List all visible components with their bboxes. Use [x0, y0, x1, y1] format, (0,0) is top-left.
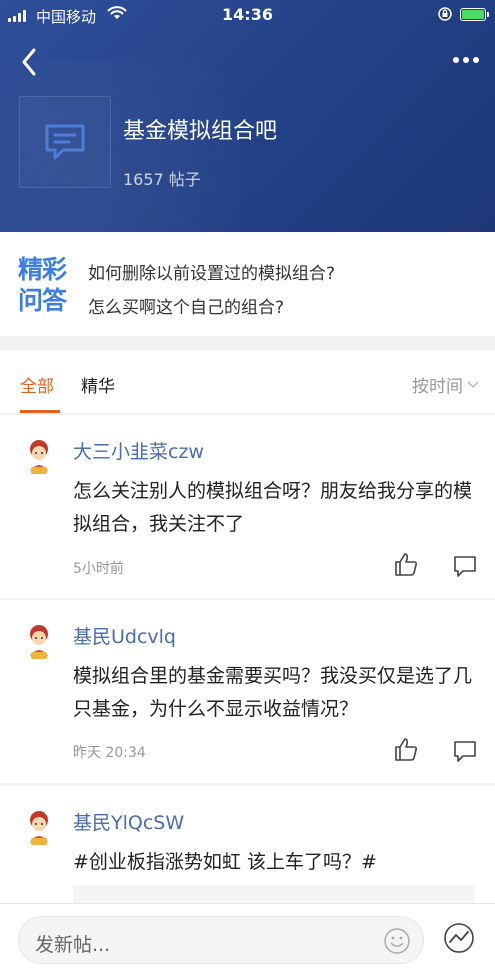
forum-title: 基金模拟组合吧 [123, 119, 278, 144]
post-text[interactable]: #创业板指涨势如虹 该上车了吗？# [73, 846, 473, 879]
sort-label: 按时间 [412, 377, 463, 397]
featured-qa-panel: 精彩 问答 [0, 232, 495, 336]
sort-dropdown[interactable]: 按时间 [412, 372, 479, 397]
chevron-left-icon[interactable] [16, 44, 44, 80]
post-time: 昨天 20:34 [73, 745, 146, 761]
tab-all[interactable]: 全部 [20, 372, 54, 397]
post-time: 5小时前 [73, 561, 124, 577]
active-tab-indicator [20, 410, 60, 413]
trend-chart-icon[interactable] [443, 922, 475, 954]
featured-qa-badge: 精彩 问答 [18, 255, 67, 315]
thumb-up-icon[interactable] [393, 551, 419, 577]
qa-question-2[interactable]: 怎么买啊这个自己的组合? [88, 293, 284, 318]
forum-avatar [19, 96, 111, 188]
post-username[interactable]: 基民Udcvlq [73, 622, 176, 649]
tab-featured[interactable]: 精华 [81, 372, 115, 397]
user-avatar[interactable] [22, 808, 56, 848]
post-preview-card[interactable] [73, 885, 475, 905]
clock: 14:36 [222, 5, 273, 24]
user-avatar[interactable] [22, 622, 56, 662]
forum-header: 中国移动 14:36 基金模拟组合吧 1657 帖子 [0, 0, 495, 232]
chat-bubble-icon [45, 124, 85, 160]
post-item[interactable]: 大三小韭菜czw 怎么关注别人的模拟组合呀？朋友给我分享的模拟组合，我关注不了 … [0, 415, 495, 598]
more-dots-icon[interactable] [453, 52, 481, 68]
chevron-down-icon [467, 380, 479, 388]
orientation-lock-icon [438, 7, 452, 21]
post-text[interactable]: 怎么关注别人的模拟组合呀？朋友给我分享的模拟组合，我关注不了 [73, 475, 473, 541]
composer-bar: 发新帖... [0, 903, 495, 975]
post-username[interactable]: 基民YlQcSW [73, 808, 184, 835]
post-text[interactable]: 模拟组合里的基金需要买吗？我没买仅是选了几只基金，为什么不显示收益情况？ [73, 660, 473, 726]
qa-question-1[interactable]: 如何删除以前设置过的模拟组合? [88, 259, 335, 284]
battery-icon [460, 8, 489, 21]
comment-icon[interactable] [452, 738, 478, 764]
tab-bar: 全部 精华 按时间 [0, 350, 495, 414]
comment-icon[interactable] [452, 553, 478, 579]
post-count: 1657 帖子 [123, 170, 201, 189]
status-bar: 中国移动 14:36 [0, 0, 495, 32]
thumb-up-icon[interactable] [393, 736, 419, 762]
new-post-input[interactable]: 发新帖... [18, 916, 424, 964]
new-post-placeholder: 发新帖... [35, 934, 111, 956]
post-username[interactable]: 大三小韭菜czw [73, 437, 204, 464]
post-item[interactable]: 基民Udcvlq 模拟组合里的基金需要买吗？我没买仅是选了几只基金，为什么不显示… [0, 600, 495, 783]
user-avatar[interactable] [22, 437, 56, 477]
smiley-icon[interactable] [383, 927, 411, 955]
